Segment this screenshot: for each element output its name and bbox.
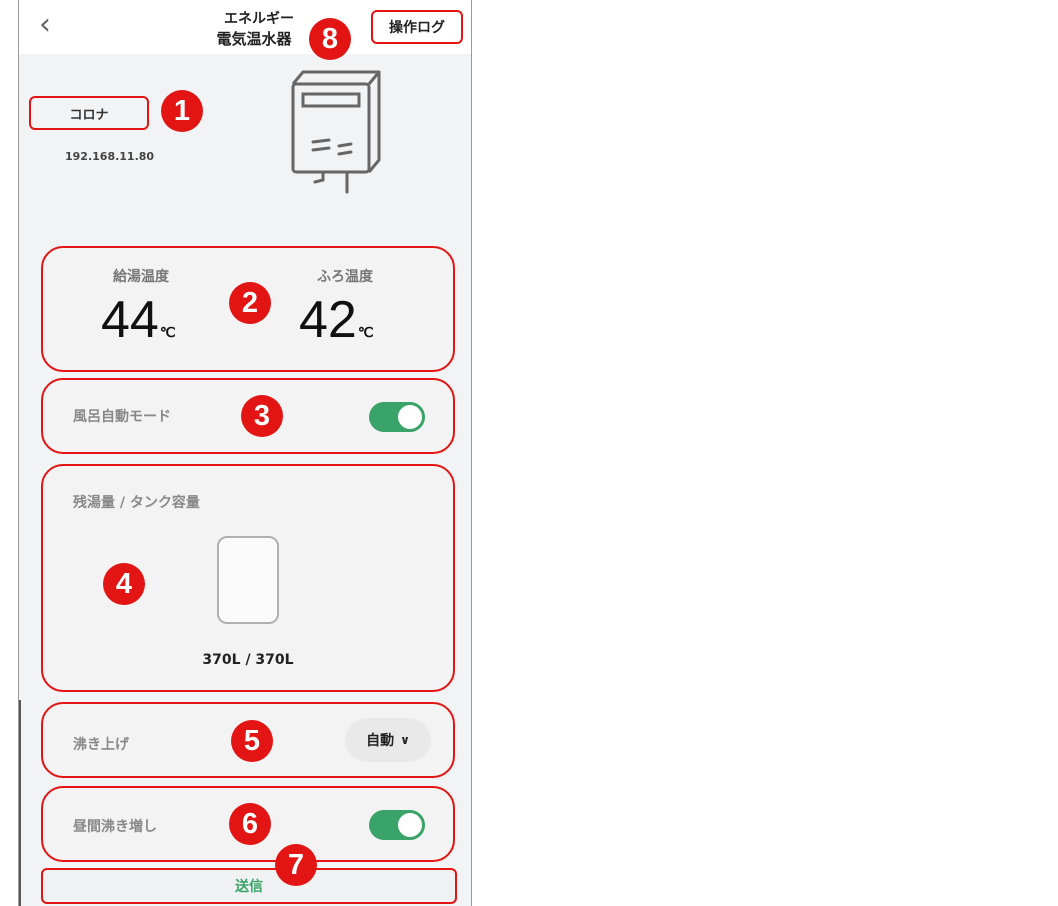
tank-volume: 370L / 370L <box>202 652 294 668</box>
header-category: エネルギー <box>224 11 294 27</box>
header-device-type: 電気温水器 <box>216 30 292 48</box>
phone-screen: ‹ エネルギー 電気温水器 操作ログ 8 コロナ 1 192.168.11.80… <box>18 0 472 906</box>
app-header: ‹ エネルギー 電気温水器 操作ログ <box>19 0 471 54</box>
supply-temp-value: 44℃ <box>101 291 176 349</box>
day-boost-toggle[interactable] <box>369 810 425 840</box>
tank-label: 残湯量 / タンク容量 <box>73 495 200 511</box>
marker-1: 1 <box>161 90 203 132</box>
bath-temp-value: 42℃ <box>299 291 374 349</box>
marker-4: 4 <box>103 563 145 605</box>
chevron-left-icon[interactable]: ‹ <box>39 10 51 40</box>
marker-3: 3 <box>241 395 283 437</box>
water-heater-icon <box>291 70 381 194</box>
device-ip: 192.168.11.80 <box>65 150 155 163</box>
bath-auto-toggle[interactable] <box>369 402 425 432</box>
marker-2: 2 <box>229 282 271 324</box>
supply-temp-label: 給湯温度 <box>113 269 169 285</box>
divider <box>19 700 21 906</box>
tank-gauge <box>217 536 279 624</box>
device-name-label[interactable]: コロナ <box>29 96 149 130</box>
chevron-down-icon: ∨ <box>400 733 410 747</box>
boil-label: 沸き上げ <box>73 737 129 753</box>
marker-8: 8 <box>309 18 351 60</box>
boil-mode-select[interactable]: 自動 ∨ <box>345 718 431 762</box>
day-boost-label: 昼間沸き増し <box>73 819 157 835</box>
marker-5: 5 <box>231 720 273 762</box>
operation-log-button[interactable]: 操作ログ <box>371 10 463 44</box>
bath-auto-label: 風呂自動モード <box>73 409 171 425</box>
bath-temp-label: ふろ温度 <box>317 269 373 285</box>
marker-7: 7 <box>275 844 317 886</box>
send-button[interactable]: 送信 <box>41 868 457 904</box>
marker-6: 6 <box>229 803 271 845</box>
